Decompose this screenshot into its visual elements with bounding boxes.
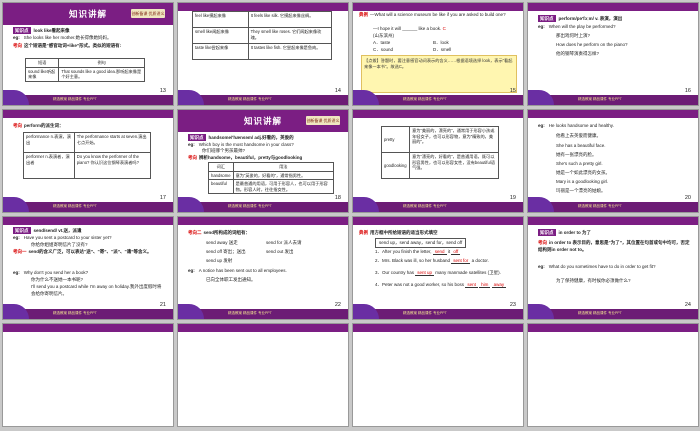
- slide-17[interactable]: 考向 perform的派生词： performance n.表演，演出 The pe…: [2, 109, 174, 213]
- page-number: 20: [684, 195, 691, 201]
- rule: 考向 这个短语是“感官动词+like”形式。类似的短语有:: [13, 43, 122, 48]
- slide-28[interactable]: [527, 323, 699, 427]
- page-number: 18: [334, 195, 341, 201]
- knowledge-point: 知识点 perform/pə'fɔːm/ v. 表演，演出: [538, 15, 623, 22]
- page-number: 23: [509, 302, 516, 308]
- example: eg: She looks like her mother.她长得像她妈妈。: [13, 35, 112, 40]
- slide-27[interactable]: [352, 323, 524, 427]
- slide-thumbnail-grid: 知识讲解 创新备课 优质讲义 知识点 look like看起来像 eg: She lo…: [2, 2, 699, 429]
- slide-18[interactable]: 知识讲解 创新备课 优质讲义 知识点 handsome/'hænsəm/ adj.好…: [177, 109, 349, 213]
- page-number: 24: [684, 302, 691, 308]
- slide-14[interactable]: feel like摸起来像 It feels like silk. 它摸起来像丝绸…: [177, 2, 349, 106]
- slide-22[interactable]: 考向二 send所构成的词组有： send away 送走 send for 派人去…: [177, 216, 349, 320]
- page-number: 16: [684, 88, 691, 94]
- options-box: send up，send away，send for，send off: [375, 238, 467, 248]
- derivative-table: performance n.表演，演出 The performance start…: [23, 132, 152, 179]
- synonym-table: 词汇 用法 handsome 意为“英俊的，好看的”，通常指男性。 beautifu…: [208, 162, 335, 194]
- page-number: 22: [334, 302, 341, 308]
- synonym-table: pretty 意为“美丽的，漂亮的”，通常用于形容小孩或年轻女子，也可以形容物，意…: [380, 126, 499, 179]
- phrase-table: feel like摸起来像 It feels like silk. 它摸起来像丝绸…: [192, 11, 333, 60]
- page-number: 19: [509, 195, 516, 201]
- slide-24[interactable]: 知识点 in order to 为了 考向 in order to 表示目的，意思是…: [527, 216, 699, 320]
- knowledge-point: 知识点 look like看起来像: [13, 27, 70, 34]
- slide-25[interactable]: [2, 323, 174, 427]
- slide-15[interactable]: 典例 —What will a science museum be like if…: [352, 2, 524, 106]
- slide-26[interactable]: [177, 323, 349, 427]
- slide-19[interactable]: pretty 意为“美丽的，漂亮的”，通常用于形容小孩或年轻女子，也可以形容物，意…: [352, 109, 524, 213]
- slide-23[interactable]: 典例 用方框中所给短语的适当形式填空 send up，send away，send…: [352, 216, 524, 320]
- page-number: 21: [159, 302, 166, 308]
- page-number: 17: [159, 195, 166, 201]
- slide-21[interactable]: 知识点 send/send/ vt.送，派遣 eg: Have you sent a…: [2, 216, 174, 320]
- explanation-box: 【点拨】答题时，要注意感官动词表示的含义……根据语境选择 look，表示“看起来…: [361, 55, 517, 93]
- options: A．taste B．look: [373, 40, 449, 45]
- phrase-table: 短语 例句 sound like听起来像 That sounds like a go…: [24, 58, 145, 82]
- slide-header: 知识讲解 创新备课 优质讲义: [3, 3, 173, 25]
- slide-16[interactable]: 知识点 perform/pə'fɔːm/ v. 表演，演出 eg: When wil…: [527, 2, 699, 106]
- slide-20[interactable]: eg: He looks handsome and healthy. 他看上去英俊…: [527, 109, 699, 213]
- question: 典例 —What will a science museum be like if…: [359, 12, 506, 17]
- page-number: 14: [334, 88, 341, 94]
- slide-13[interactable]: 知识讲解 创新备课 优质讲义 知识点 look like看起来像 eg: She lo…: [2, 2, 174, 106]
- logo: 创新备课 优质讲义: [131, 9, 165, 18]
- page-number: 15: [509, 88, 516, 94]
- page-number: 13: [159, 88, 166, 94]
